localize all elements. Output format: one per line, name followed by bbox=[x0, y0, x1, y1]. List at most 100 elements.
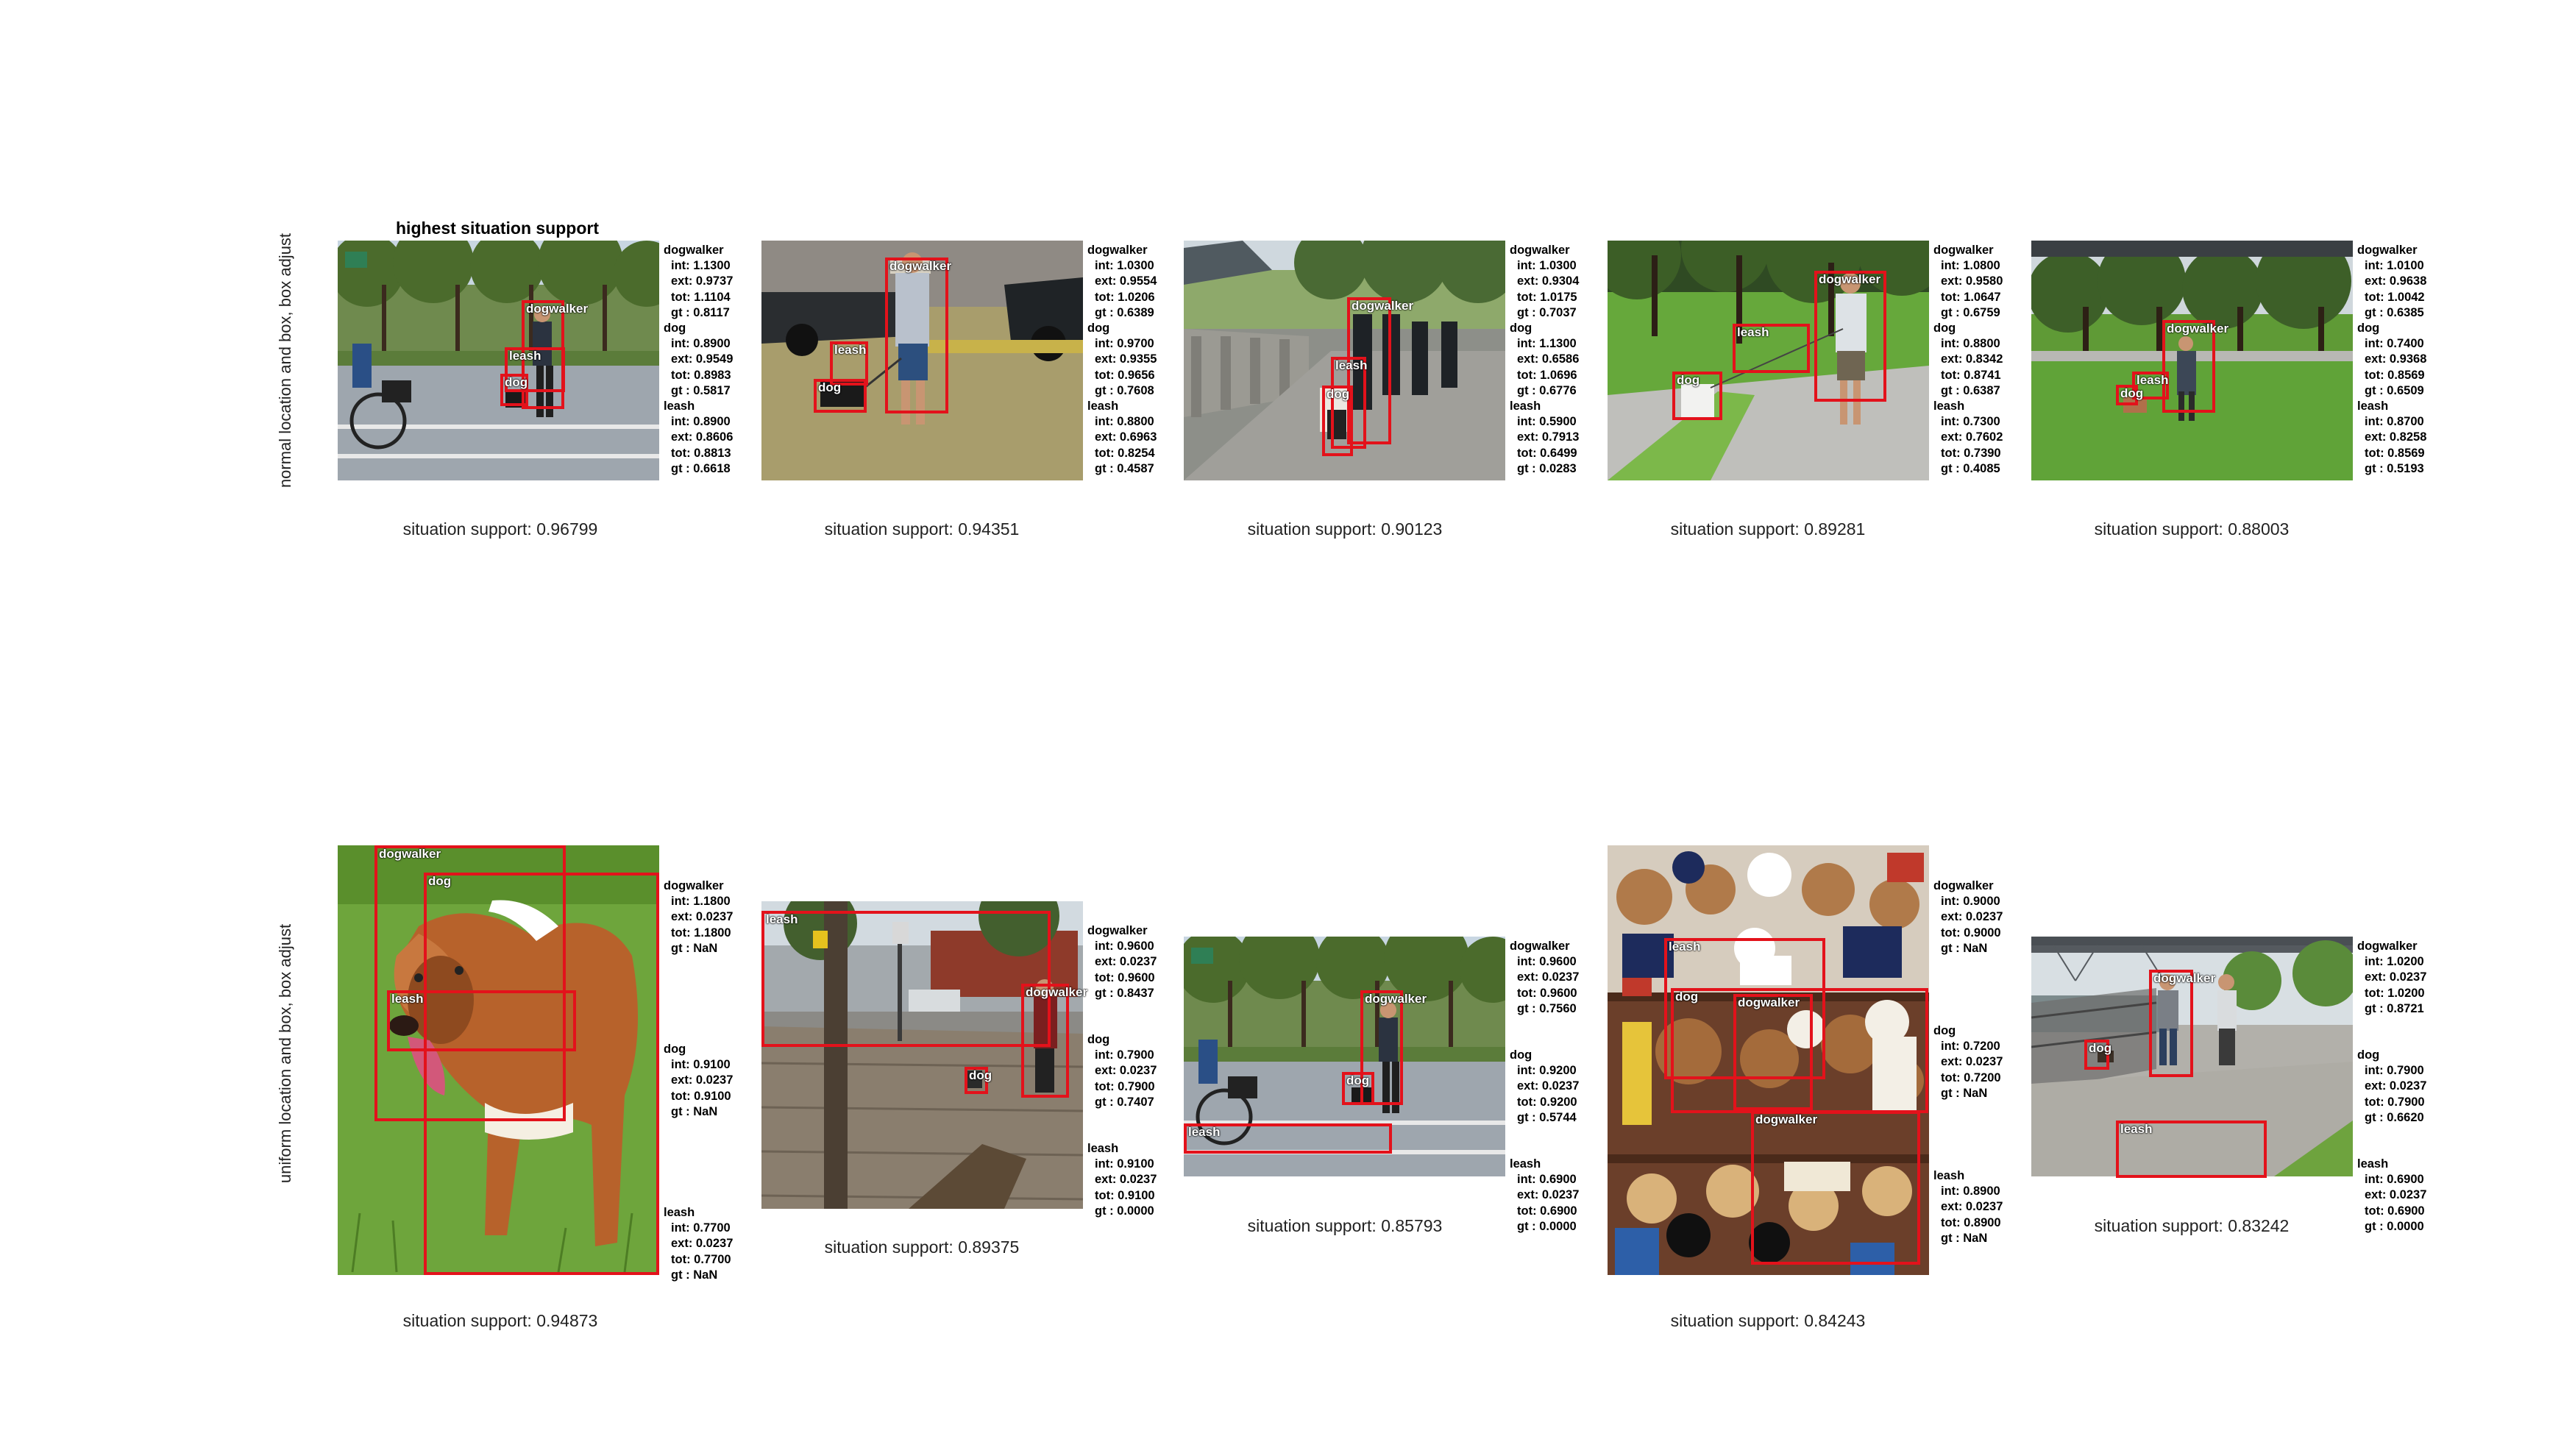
score-gt: gt : 0.4085 bbox=[1941, 461, 2000, 475]
bounding-box: dog bbox=[2084, 1040, 2112, 1070]
role-scores: dogwalker int: 0.9000 ext: 0.0237 tot: 0.90… bbox=[1933, 878, 2003, 1246]
role-scores: dogwalker int: 0.9600 ext: 0.0237 tot: 0.96… bbox=[1087, 923, 1157, 1219]
score-tot: tot: 1.0647 bbox=[1941, 290, 2001, 304]
role-name: dogwalker bbox=[664, 879, 724, 892]
score-gt: gt : 0.6385 bbox=[2365, 305, 2424, 319]
bounding-box-label: dog bbox=[505, 375, 528, 389]
score-ext: ext: 0.0237 bbox=[671, 910, 734, 924]
score-tot: tot: 1.0696 bbox=[1517, 368, 1577, 382]
bounding-box-label: leash bbox=[1669, 940, 1701, 953]
score-int: int: 0.6900 bbox=[1517, 1173, 1577, 1187]
score-gt: gt : 0.7037 bbox=[1517, 305, 1577, 319]
bounding-box: dogwalker bbox=[1814, 271, 1886, 402]
role-name: dog bbox=[2357, 322, 2380, 335]
role-scores: dogwalker int: 1.1300 ext: 0.9737 tot: 1.11… bbox=[664, 243, 733, 477]
score-int: int: 0.9100 bbox=[671, 1058, 731, 1072]
role-name: leash bbox=[1510, 1157, 1541, 1171]
bounding-box-label: dogwalker bbox=[1365, 992, 1427, 1006]
role-name: dogwalker bbox=[1087, 924, 1148, 937]
score-gt: gt : 0.6389 bbox=[1095, 305, 1154, 319]
bounding-box-label: dogwalker bbox=[889, 259, 952, 273]
bounding-box: dog bbox=[1672, 372, 1722, 420]
bounding-box-label: leash bbox=[509, 349, 541, 363]
score-tot: tot: 1.0206 bbox=[1095, 290, 1155, 304]
bounding-box-label: dog bbox=[1346, 1073, 1370, 1087]
score-gt: gt : 0.6776 bbox=[1517, 383, 1577, 397]
role-scores: dogwalker int: 1.1800 ext: 0.0237 tot: 1.18… bbox=[664, 878, 733, 1283]
bounding-box: dog bbox=[1322, 386, 1353, 456]
row-label-uniform: uniform location and box, box adjust bbox=[276, 923, 294, 1184]
role-name: leash bbox=[1087, 399, 1119, 413]
situation-support: situation support: 0.85793 bbox=[1247, 1216, 1443, 1235]
score-ext: ext: 0.0237 bbox=[671, 1237, 734, 1251]
situation-support: situation support: 0.94351 bbox=[824, 519, 1020, 539]
bounding-box: dogwalker bbox=[2162, 320, 2228, 413]
role-scores: dogwalker int: 1.0300 ext: 0.9554 tot: 1.02… bbox=[1087, 243, 1157, 477]
score-int: int: 0.6900 bbox=[2365, 1173, 2424, 1187]
score-gt: gt : 0.7407 bbox=[1095, 1095, 1154, 1109]
score-int: int: 0.7200 bbox=[1941, 1040, 2000, 1054]
score-gt: gt : 0.7560 bbox=[1517, 1001, 1577, 1015]
score-int: int: 0.9100 bbox=[1095, 1157, 1154, 1171]
scene-photo bbox=[338, 241, 659, 480]
score-ext: ext: 0.9580 bbox=[1941, 274, 2003, 288]
role-name: leash bbox=[1933, 1169, 1965, 1183]
score-tot: tot: 1.0175 bbox=[1517, 290, 1577, 304]
score-gt: gt : 0.6618 bbox=[671, 461, 731, 475]
role-name: dogwalker bbox=[1933, 244, 1994, 257]
bounding-box: leash bbox=[1733, 324, 1810, 373]
score-ext: ext: 0.0237 bbox=[1095, 1064, 1157, 1078]
score-tot: tot: 0.7900 bbox=[1095, 1079, 1155, 1093]
score-int: int: 0.8800 bbox=[1095, 415, 1154, 429]
role-name: dog bbox=[1510, 1048, 1532, 1062]
score-int: int: 0.7300 bbox=[1941, 415, 2000, 429]
score-tot: tot: 0.8569 bbox=[2365, 446, 2425, 460]
score-ext: ext: 0.0237 bbox=[1941, 1200, 2003, 1214]
score-int: int: 0.9700 bbox=[1095, 337, 1154, 351]
score-gt: gt : NaN bbox=[671, 941, 718, 955]
bounding-box: dogwalker bbox=[885, 258, 952, 413]
score-gt: gt : 0.7608 bbox=[1095, 383, 1154, 397]
score-ext: ext: 0.8258 bbox=[2365, 430, 2427, 444]
score-ext: ext: 0.0237 bbox=[671, 1073, 734, 1087]
score-gt: gt : 0.0000 bbox=[1517, 1219, 1577, 1233]
score-gt: gt : NaN bbox=[671, 1104, 718, 1118]
score-ext: ext: 0.9549 bbox=[671, 352, 734, 366]
bounding-box-label: leash bbox=[1737, 325, 1769, 339]
score-gt: gt : 0.6509 bbox=[2365, 383, 2424, 397]
situation-support: situation support: 0.94873 bbox=[402, 1311, 598, 1330]
role-name: leash bbox=[664, 399, 695, 413]
score-ext: ext: 0.9368 bbox=[2365, 352, 2427, 366]
score-tot: tot: 0.7200 bbox=[1941, 1070, 2001, 1084]
score-gt: gt : 0.5193 bbox=[2365, 461, 2424, 475]
score-tot: tot: 1.0042 bbox=[2365, 290, 2425, 304]
situation-support: situation support: 0.84243 bbox=[1670, 1311, 1866, 1330]
bounding-box-label: dog bbox=[1677, 373, 1700, 387]
score-ext: ext: 0.0237 bbox=[1517, 970, 1580, 984]
role-name: dog bbox=[664, 1043, 686, 1057]
score-ext: ext: 0.8606 bbox=[671, 430, 734, 444]
score-ext: ext: 0.0237 bbox=[2365, 1079, 2427, 1093]
score-tot: tot: 0.7700 bbox=[671, 1252, 731, 1266]
bounding-box: leash bbox=[761, 911, 1051, 1047]
score-tot: tot: 0.8254 bbox=[1095, 446, 1155, 460]
score-tot: tot: 0.6499 bbox=[1517, 446, 1577, 460]
bounding-box-label: dogwalker bbox=[1755, 1112, 1818, 1126]
score-int: int: 1.1300 bbox=[1517, 337, 1577, 351]
score-ext: ext: 0.0237 bbox=[1517, 1188, 1580, 1202]
role-name: dogwalker bbox=[1087, 244, 1148, 257]
role-name: dog bbox=[664, 322, 686, 335]
score-gt: gt : NaN bbox=[1941, 1086, 1988, 1100]
role-name: dog bbox=[1087, 322, 1110, 335]
score-gt: gt : 0.8117 bbox=[671, 305, 730, 319]
score-ext: ext: 0.0237 bbox=[1941, 1055, 2003, 1069]
score-gt: gt : 0.0283 bbox=[1517, 461, 1577, 475]
score-int: int: 0.9600 bbox=[1517, 955, 1577, 969]
score-gt: gt : NaN bbox=[1941, 941, 1988, 955]
score-gt: gt : 0.8721 bbox=[2365, 1001, 2424, 1015]
score-ext: ext: 0.8342 bbox=[1941, 352, 2003, 366]
score-tot: tot: 0.9000 bbox=[1941, 926, 2001, 940]
role-scores: dogwalker int: 1.0200 ext: 0.0237 tot: 1.02… bbox=[2357, 939, 2426, 1235]
score-int: int: 0.9600 bbox=[1095, 940, 1154, 953]
score-ext: ext: 0.0237 bbox=[1095, 1173, 1157, 1187]
